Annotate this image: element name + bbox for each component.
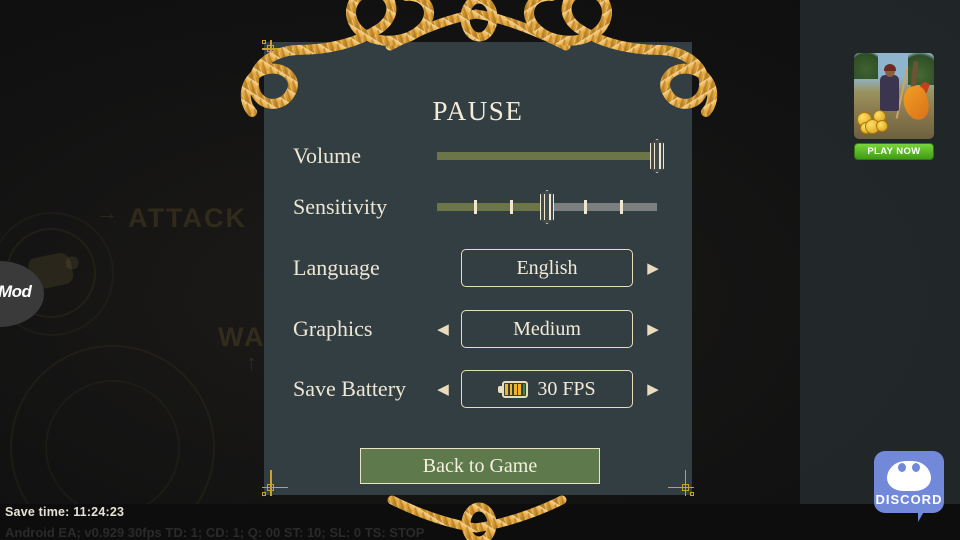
discord-label: DISCORD (875, 492, 943, 507)
setting-row-volume: Volume (264, 133, 692, 179)
save-time-label: Save time: 11:24:23 (5, 505, 125, 519)
sensitivity-slider-fill (437, 203, 547, 211)
wait-arrow-icon: ↑ (246, 350, 257, 375)
attack-label: ATTACK (128, 203, 247, 233)
volume-slider-fill (437, 152, 657, 160)
ad-banner[interactable]: PLAY NOW (854, 53, 934, 168)
save-battery-value: 30 FPS (537, 377, 596, 400)
save-battery-selector[interactable]: 30 FPS (461, 370, 633, 408)
page-title: PAUSE (432, 96, 524, 126)
play-now-label: PLAY NOW (867, 146, 921, 157)
discord-button[interactable]: DISCORD (874, 451, 944, 523)
back-to-game-button[interactable]: Back to Game (360, 448, 600, 484)
setting-row-graphics: Graphics ◀ Medium ▶ (264, 306, 692, 352)
save-battery-prev-arrow-icon[interactable]: ◀ (432, 378, 454, 400)
graphics-label: Graphics (293, 316, 373, 341)
setting-row-save-battery: Save Battery ◀ 30 FPS ▶ (264, 366, 692, 412)
volume-label: Volume (293, 143, 362, 168)
back-to-game-label: Back to Game (422, 454, 538, 477)
palm-leaf-left-icon (854, 53, 878, 79)
attack-arrow-icon: → (96, 200, 118, 225)
language-value: English (516, 256, 578, 279)
debug-status-line: Android EA; v0.929 30fps TD: 1; CD: 1; Q… (5, 525, 425, 540)
wait-label: WA (218, 322, 266, 352)
setting-row-sensitivity: Sensitivity (264, 184, 692, 230)
control-wheel-inner-ring (45, 380, 180, 515)
language-label: Language (293, 255, 380, 280)
sensitivity-tick (473, 200, 477, 214)
language-next-arrow-icon[interactable]: ▶ (642, 257, 664, 279)
discord-logo-icon (887, 461, 931, 491)
sensitivity-slider[interactable] (437, 190, 657, 224)
graphics-prev-arrow-icon[interactable]: ◀ (432, 318, 454, 340)
save-battery-label: Save Battery (293, 376, 407, 401)
discord-eye-right (912, 463, 920, 472)
discord-eye-left (898, 463, 906, 472)
mod-tab-label: Mod (0, 282, 32, 301)
sensitivity-label: Sensitivity (293, 194, 388, 219)
sensitivity-tick (620, 200, 624, 214)
battery-icon (498, 380, 529, 398)
sensitivity-slider-thumb[interactable] (540, 190, 554, 224)
volume-slider-thumb[interactable] (650, 139, 664, 173)
graphics-value: Medium (513, 317, 581, 340)
volume-slider[interactable] (437, 139, 664, 173)
graphics-next-arrow-icon[interactable]: ▶ (642, 318, 664, 340)
sensitivity-tick (510, 200, 514, 214)
setting-row-language: Language English ▶ (264, 245, 692, 291)
sensitivity-tick (583, 200, 587, 214)
gold-coins-icon (856, 105, 890, 135)
play-now-button[interactable]: PLAY NOW (854, 143, 934, 160)
graphics-selector[interactable]: Medium (461, 310, 633, 348)
language-selector[interactable]: English (461, 249, 633, 287)
ad-artwork (854, 53, 934, 139)
save-battery-next-arrow-icon[interactable]: ▶ (642, 378, 664, 400)
mod-tab-button[interactable]: Mod (0, 261, 44, 327)
battery-icon-bars (505, 383, 526, 395)
hero-hair (884, 64, 896, 71)
pause-panel: PAUSE Volume Sensitivity Language Englis… (264, 42, 692, 495)
